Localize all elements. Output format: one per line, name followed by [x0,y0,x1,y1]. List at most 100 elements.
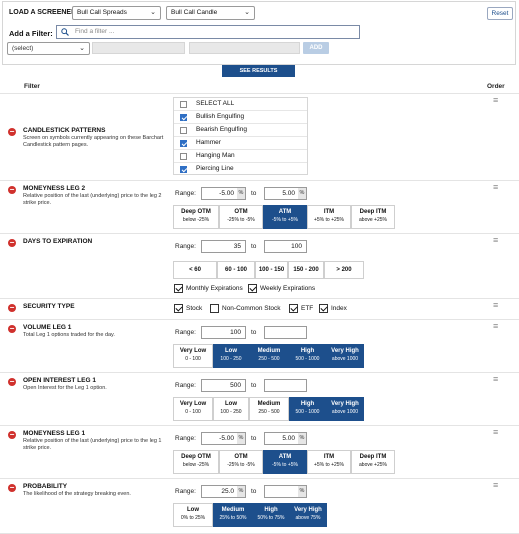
remove-filter-icon[interactable]: − [8,128,16,136]
etf-checkbox[interactable] [289,304,298,313]
hamburger-icon[interactable]: ≡ [493,375,502,384]
candlestick-pattern-list[interactable]: SELECT ALL Bullish Engulfing Bearish Eng… [173,97,308,175]
stock-checkbox[interactable] [174,304,183,313]
list-item[interactable]: Hammer [174,137,307,150]
list-item[interactable]: Bearish Engulfing [174,124,307,137]
checkbox[interactable] [180,114,187,121]
segment-otm[interactable]: OTM -25% to -5% [219,205,263,229]
segment-subtitle: above 1000 [331,356,359,362]
segment-title: ATM [278,209,292,215]
segment-otm[interactable]: OTM -25% to -5% [219,450,263,474]
remove-filter-icon[interactable]: − [8,484,16,492]
range-to-input[interactable]: 100 [264,240,307,253]
hamburger-icon[interactable]: ≡ [493,481,502,490]
remove-filter-icon[interactable]: − [8,239,16,247]
segment-medium[interactable]: Medium 250 - 500 [249,397,289,421]
segment-very-high[interactable]: Very High above 1000 [326,344,364,368]
table-header: Filter Order [0,82,519,92]
screener-select[interactable]: Bull Call Spreads ⌄ [72,6,161,20]
weekly-expirations-checkbox[interactable] [248,284,257,293]
hamburger-icon[interactable]: ≡ [493,96,502,105]
segment-subtitle: 0 - 100 [185,356,201,362]
remove-filter-icon[interactable]: − [8,186,16,194]
segment-deep-otm[interactable]: Deep OTM below -25% [173,205,219,229]
list-item-label: Piercing Line [196,165,234,172]
range-from-input[interactable]: -5.00% [201,187,246,200]
remove-filter-icon[interactable]: − [8,304,16,312]
segment-dte[interactable]: 150 - 200 [288,261,324,279]
segment-low[interactable]: Low 100 - 250 [213,397,249,421]
range-from-input[interactable]: 35 [201,240,246,253]
remove-filter-icon[interactable]: − [8,325,16,333]
range-to-input[interactable]: 5.00% [264,432,307,445]
to-label: to [251,243,257,250]
checkbox[interactable] [180,127,187,134]
segment-low[interactable]: Low 0% to 25% [173,503,213,527]
list-item[interactable]: Piercing Line [174,163,307,174]
segment-deep-otm[interactable]: Deep OTM below -25% [173,450,219,474]
segment-very-high[interactable]: Very High above 75% [289,503,327,527]
index-checkbox[interactable] [319,304,328,313]
segment-itm[interactable]: ITM +5% to +25% [307,450,351,474]
range-from-input[interactable]: 100 [201,326,246,339]
checkbox[interactable] [180,101,187,108]
candle-select[interactable]: Bull Call Candle ⌄ [166,6,255,20]
segment-very-high[interactable]: Very High above 1000 [326,397,364,421]
segment-deep-itm[interactable]: Deep ITM above +25% [351,450,395,474]
range-to-input[interactable]: 5.00% [264,187,307,200]
see-results-button[interactable]: SEE RESULTS [222,65,295,77]
hamburger-icon[interactable]: ≡ [493,428,502,437]
segment-high[interactable]: High 500 - 1000 [289,344,326,368]
range-from-input[interactable]: 500 [201,379,246,392]
segment-medium[interactable]: Medium 25% to 50% [213,503,253,527]
remove-filter-icon[interactable]: − [8,431,16,439]
range-to-input[interactable]: % [264,485,307,498]
range-from-input[interactable]: -5.00% [201,432,246,445]
range-to-input[interactable] [264,379,307,392]
filter-title: CANDLESTICK PATTERNS [23,127,106,134]
range-from-input[interactable]: 25.0% [201,485,246,498]
segment-subtitle: -5% to +5% [272,217,298,223]
list-item[interactable]: SELECT ALL [174,98,307,111]
filter-select-value: (select) [12,45,34,52]
segment-deep-itm[interactable]: Deep ITM above +25% [351,205,395,229]
range-label: Range: [175,488,196,495]
checkbox[interactable] [180,166,187,173]
segment-medium[interactable]: Medium 250 - 500 [249,344,289,368]
filter-title: SECURITY TYPE [23,303,75,310]
segment-dte[interactable]: 100 - 150 [255,261,288,279]
segment-dte[interactable]: < 60 [173,261,217,279]
add-button[interactable]: ADD [303,42,329,54]
segment-low[interactable]: Low 100 - 250 [213,344,249,368]
segment-dte[interactable]: 60 - 100 [217,261,255,279]
segment-itm[interactable]: ITM +5% to +25% [307,205,351,229]
filter-select[interactable]: (select) ⌄ [7,42,90,55]
list-item[interactable]: Bullish Engulfing [174,111,307,124]
segment-subtitle: +5% to +25% [313,462,345,468]
non-common-stock-checkbox[interactable] [210,304,219,313]
list-item[interactable]: Hanging Man [174,150,307,163]
chevron-down-icon: ⌄ [244,9,250,16]
filter-value-input-2[interactable] [189,42,300,54]
segment-high[interactable]: High 500 - 1000 [289,397,326,421]
hamburger-icon[interactable]: ≡ [493,183,502,192]
remove-filter-icon[interactable]: − [8,378,16,386]
monthly-expirations-checkbox[interactable] [174,284,183,293]
filter-value-input-1[interactable] [92,42,185,54]
segment-very-low[interactable]: Very Low 0 - 100 [173,344,213,368]
reset-button[interactable]: Reset [487,7,513,20]
hamburger-icon[interactable]: ≡ [493,236,502,245]
hamburger-icon[interactable]: ≡ [493,301,502,310]
segment-high[interactable]: High 50% to 75% [253,503,289,527]
segment-dte[interactable]: > 200 [324,261,364,279]
segment-very-low[interactable]: Very Low 0 - 100 [173,397,213,421]
filter-title: MONEYNESS LEG 1 [23,430,86,437]
hamburger-icon[interactable]: ≡ [493,322,502,331]
segment-atm[interactable]: ATM -5% to +5% [263,205,307,229]
checkbox[interactable] [180,153,187,160]
find-filter-input[interactable]: Find a filter ... [56,25,360,39]
range-to-input[interactable] [264,326,307,339]
segment-atm[interactable]: ATM -5% to +5% [263,450,307,474]
checkbox[interactable] [180,140,187,147]
add-filter-label: Add a Filter: [9,29,53,38]
